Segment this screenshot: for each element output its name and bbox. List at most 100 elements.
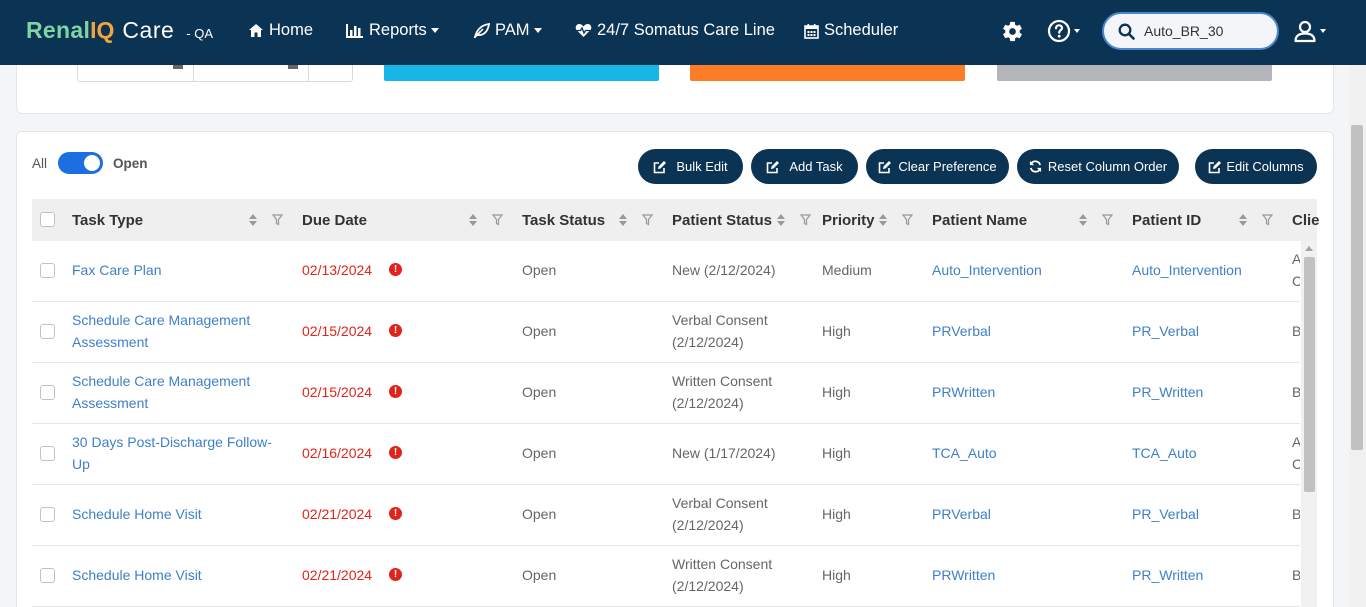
- user-icon: [1294, 20, 1316, 43]
- patient-id-link[interactable]: Auto_Intervention: [1132, 259, 1242, 281]
- filter-icon[interactable]: [800, 214, 811, 226]
- sort-icon[interactable]: [248, 213, 258, 227]
- filter-icon[interactable]: [492, 214, 503, 226]
- client: A C: [1292, 434, 1300, 472]
- patient-id-link[interactable]: PR_Written: [1132, 381, 1203, 403]
- due-date: 02/16/2024: [302, 445, 373, 461]
- nav-pam[interactable]: PAM: [473, 21, 542, 40]
- filter-icon[interactable]: [902, 214, 913, 226]
- column-header-patient-name[interactable]: Patient Name: [932, 199, 1027, 241]
- patient-name-link[interactable]: PRVerbal: [932, 503, 991, 525]
- column-label: Task Type: [72, 211, 144, 229]
- patient-id-link[interactable]: PR_Written: [1132, 564, 1203, 586]
- patient-name-link[interactable]: Auto_Intervention: [932, 259, 1042, 281]
- patient-name-link[interactable]: PRWritten: [932, 381, 995, 403]
- nav-home[interactable]: Home: [248, 21, 313, 40]
- table-row[interactable]: Schedule Home Visit 02/21/2024 ! Open Wr…: [32, 546, 1300, 607]
- scroll-up-arrow-icon[interactable]: [1305, 246, 1313, 251]
- sort-icon[interactable]: [1238, 213, 1248, 227]
- question-circle-icon: [1047, 19, 1071, 43]
- clear-preference-button[interactable]: Clear Preference: [866, 149, 1009, 184]
- task-type-link[interactable]: Schedule Care Management Assessment: [72, 370, 272, 414]
- table-body: Fax Care Plan 02/13/2024 ! Open New (2/1…: [32, 241, 1300, 607]
- table-row[interactable]: 30 Days Post-Discharge Follow-Up 02/16/2…: [32, 424, 1300, 485]
- nav-care-line[interactable]: 24/7 Somatus Care Line: [575, 21, 775, 40]
- row-checkbox[interactable]: [40, 446, 55, 461]
- task-status: Open: [522, 445, 557, 461]
- task-status: Open: [522, 567, 557, 583]
- task-type-link[interactable]: Schedule Care Management Assessment: [72, 309, 272, 353]
- column-label: Clie: [1292, 211, 1320, 229]
- column-header-due-date[interactable]: Due Date: [302, 199, 367, 241]
- sort-icon[interactable]: [468, 213, 478, 227]
- task-status: Open: [522, 506, 557, 522]
- table-row[interactable]: Schedule Care Management Assessment 02/1…: [32, 363, 1300, 424]
- patient-status: Written Consent (2/12/2024): [672, 373, 773, 411]
- column-header-patient-status[interactable]: Patient Status: [672, 199, 772, 241]
- filter-icon[interactable]: [1102, 214, 1113, 226]
- patient-name-link[interactable]: PRVerbal: [932, 320, 991, 342]
- user-menu-button[interactable]: [1293, 19, 1326, 43]
- search-input[interactable]: [1144, 23, 1264, 39]
- patient-id-link[interactable]: PR_Verbal: [1132, 320, 1199, 342]
- row-checkbox[interactable]: [40, 324, 55, 339]
- patient-search[interactable]: [1102, 12, 1279, 50]
- task-type-link[interactable]: Schedule Home Visit: [72, 564, 272, 586]
- summary-tile-blue[interactable]: [384, 65, 659, 81]
- column-header-task-status[interactable]: Task Status: [522, 199, 605, 241]
- leaf-icon: [473, 23, 490, 38]
- task-type-link[interactable]: Schedule Home Visit: [72, 503, 272, 525]
- filter-icon[interactable]: [1262, 214, 1273, 226]
- sort-icon[interactable]: [618, 213, 628, 227]
- column-header-priority[interactable]: Priority: [822, 199, 875, 241]
- edit-columns-button[interactable]: Edit Columns: [1195, 149, 1317, 184]
- row-checkbox[interactable]: [40, 568, 55, 583]
- row-checkbox[interactable]: [40, 507, 55, 522]
- table-row[interactable]: Schedule Care Management Assessment 02/1…: [32, 302, 1300, 363]
- summary-tile-gray[interactable]: [997, 65, 1272, 81]
- filter-icon[interactable]: [272, 214, 283, 226]
- heartbeat-icon: [575, 24, 592, 37]
- nav-scheduler[interactable]: Scheduler: [804, 21, 898, 40]
- patient-status: Verbal Consent (2/12/2024): [672, 495, 768, 533]
- brand-renal: Renal: [26, 17, 91, 43]
- page-scrollbar[interactable]: [1349, 65, 1366, 607]
- sort-icon[interactable]: [878, 213, 888, 227]
- add-task-button[interactable]: Add Task: [751, 149, 858, 184]
- task-type-link[interactable]: Fax Care Plan: [72, 259, 272, 281]
- settings-button[interactable]: [1001, 20, 1024, 43]
- due-date: 02/21/2024: [302, 506, 373, 522]
- table-row[interactable]: Fax Care Plan 02/13/2024 ! Open New (2/1…: [32, 241, 1300, 302]
- table-scrollbar-thumb[interactable]: [1304, 257, 1315, 492]
- brand-iq: IQ: [90, 17, 115, 43]
- patient-id-link[interactable]: TCA_Auto: [1132, 442, 1197, 464]
- sort-icon[interactable]: [1078, 213, 1088, 227]
- filter-icon[interactable]: [642, 214, 653, 226]
- patient-name-link[interactable]: PRWritten: [932, 564, 995, 586]
- reset-column-order-button[interactable]: Reset Column Order: [1017, 149, 1179, 184]
- edit-icon: [654, 160, 667, 173]
- table-row[interactable]: Schedule Home Visit 02/21/2024 ! Open Ve…: [32, 485, 1300, 546]
- column-header-client[interactable]: Clie: [1292, 199, 1320, 241]
- column-header-task-type[interactable]: Task Type: [72, 199, 143, 241]
- all-open-toggle[interactable]: [58, 152, 104, 174]
- help-menu-button[interactable]: [1047, 19, 1080, 43]
- date-picker-handle: [173, 65, 183, 69]
- patient-name-link[interactable]: TCA_Auto: [932, 442, 997, 464]
- date-range-picker[interactable]: [77, 65, 353, 82]
- page-scrollbar-thumb[interactable]: [1351, 125, 1363, 450]
- app-logo[interactable]: Renal IQ Care - QA: [26, 17, 213, 44]
- column-label: Patient Name: [932, 211, 1028, 229]
- task-type-link[interactable]: 30 Days Post-Discharge Follow-Up: [72, 431, 284, 475]
- row-checkbox[interactable]: [40, 263, 55, 278]
- summary-tile-orange[interactable]: [690, 65, 965, 81]
- bulk-edit-button[interactable]: Bulk Edit: [638, 149, 743, 184]
- select-all-checkbox[interactable]: [40, 212, 55, 227]
- row-checkbox[interactable]: [40, 385, 55, 400]
- sort-icon[interactable]: [776, 213, 786, 227]
- table-scrollbar[interactable]: [1301, 241, 1317, 607]
- column-header-patient-id[interactable]: Patient ID: [1132, 199, 1201, 241]
- nav-reports[interactable]: Reports: [346, 21, 439, 40]
- patient-id-link[interactable]: PR_Verbal: [1132, 503, 1199, 525]
- refresh-icon: [1029, 160, 1041, 173]
